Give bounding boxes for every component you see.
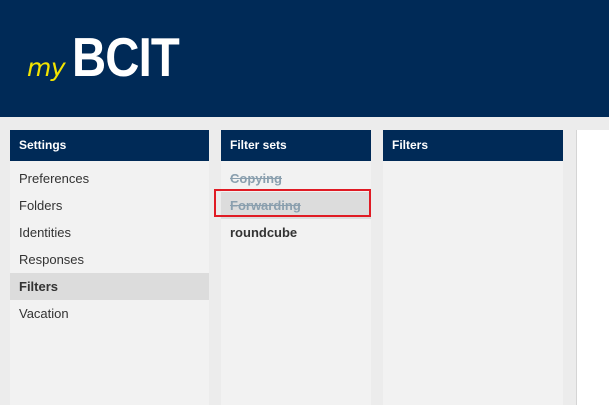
filter-sets-panel-title: Filter sets <box>221 130 371 161</box>
filters-list <box>383 161 563 165</box>
filter-sets-list: Copying Forwarding roundcube <box>221 161 371 246</box>
logo-brand: BCIT <box>72 26 180 88</box>
filter-set-copying[interactable]: Copying <box>221 165 371 192</box>
settings-item-filters[interactable]: Filters <box>10 273 209 300</box>
content-frame <box>576 130 609 405</box>
filter-set-forwarding[interactable]: Forwarding <box>221 192 371 219</box>
filters-panel: Filters <box>383 130 563 405</box>
settings-item-identities[interactable]: Identities <box>10 219 209 246</box>
settings-item-responses[interactable]: Responses <box>10 246 209 273</box>
settings-item-vacation[interactable]: Vacation <box>10 300 209 327</box>
filter-sets-panel: Filter sets Copying Forwarding roundcube <box>221 130 371 405</box>
settings-panel: Settings Preferences Folders Identities … <box>10 130 209 405</box>
settings-panel-title: Settings <box>10 130 209 161</box>
app-header: my BCIT <box>0 0 609 117</box>
settings-item-folders[interactable]: Folders <box>10 192 209 219</box>
filters-panel-title: Filters <box>383 130 563 161</box>
filter-set-roundcube[interactable]: roundcube <box>221 219 371 246</box>
settings-list: Preferences Folders Identities Responses… <box>10 161 209 327</box>
settings-item-preferences[interactable]: Preferences <box>10 165 209 192</box>
logo-prefix: my <box>27 53 66 82</box>
